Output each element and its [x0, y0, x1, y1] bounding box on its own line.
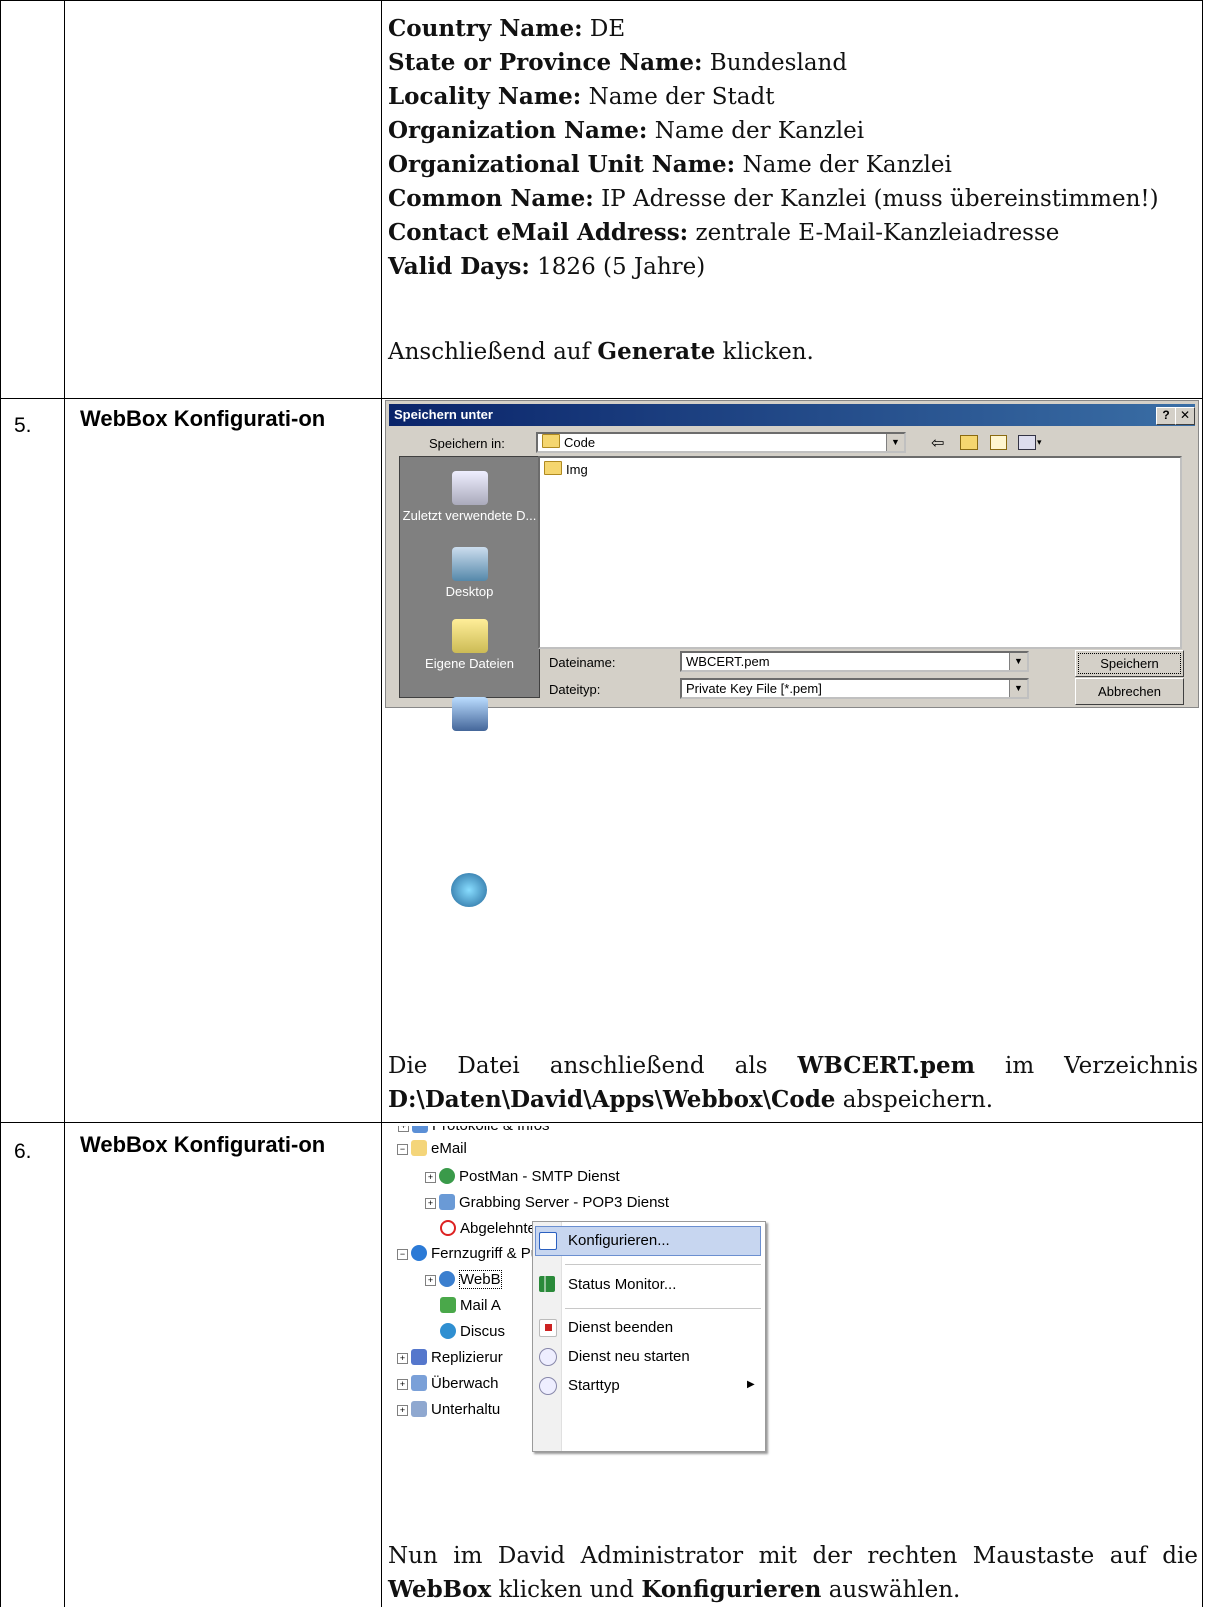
tree-item-grabbing[interactable]: + Grabbing Server - POP3 Dienst	[425, 1192, 669, 1214]
configure-icon	[539, 1232, 557, 1250]
menu-item-dienst-neu-starten[interactable]: Dienst neu starten	[568, 1348, 690, 1365]
field-locality: Locality Name: Name der Stadt	[388, 83, 775, 110]
row-section-title-5: WebBox Konfigurati-on	[80, 406, 326, 431]
filename-label: Dateiname:	[549, 655, 616, 670]
menu-item-starttyp[interactable]: Starttyp	[568, 1377, 620, 1394]
table-border-top	[0, 0, 1203, 1]
replication-icon	[411, 1349, 427, 1365]
field-state: State or Province Name: Bundesland	[388, 49, 848, 76]
up-folder-icon[interactable]	[960, 435, 978, 450]
save-as-dialog: Speichern unter ? ✕ Speichern in: Code ▼…	[385, 400, 1199, 749]
recent-documents-icon	[451, 471, 488, 505]
monitor-icon	[411, 1375, 427, 1391]
discussion-icon	[440, 1323, 456, 1339]
save-in-label: Speichern in:	[429, 436, 505, 451]
dialog-titlebar: Speichern unter	[389, 404, 1195, 426]
field-common-name: Common Name: IP Adresse der Kanzlei (mus…	[388, 185, 1159, 212]
view-menu-chevron-icon[interactable]: ▾	[1037, 437, 1042, 448]
folder-icon	[544, 461, 562, 475]
table-border-right	[1202, 0, 1203, 1607]
desktop-icon	[451, 547, 488, 581]
download-icon	[439, 1194, 455, 1210]
places-recent[interactable]: Zuletzt verwendete D...	[400, 471, 539, 523]
places-my-computer[interactable]: Arbeitsplatz	[400, 697, 539, 749]
row5-instruction: Die Datei anschließend als WBCERT.pem im…	[388, 1052, 1198, 1113]
field-org-unit: Organizational Unit Name: Name der Kanzl…	[388, 151, 952, 178]
startup-type-icon	[539, 1377, 557, 1395]
file-list[interactable]: Img	[538, 456, 1182, 649]
row6-instruction: Nun im David Administrator mit der recht…	[388, 1543, 1198, 1603]
view-menu-icon[interactable]	[1018, 435, 1036, 450]
certificate-fields: Country Name: DE State or Province Name:…	[388, 12, 1198, 369]
places-bar: Zuletzt verwendete D... Desktop Eigene D…	[399, 456, 540, 749]
filetype-select[interactable]: Private Key File [*.pem] ▼	[680, 678, 1029, 699]
row-number-6: 6.	[14, 1140, 32, 1163]
my-documents-icon	[451, 619, 488, 653]
blocked-icon	[440, 1220, 456, 1236]
chevron-down-icon[interactable]: ▼	[1009, 653, 1027, 670]
menu-item-konfigurieren[interactable]: Konfigurieren...	[568, 1232, 670, 1249]
chart-icon	[539, 1276, 555, 1292]
folder-icon	[542, 434, 560, 448]
field-contact-email: Contact eMail Address: zentrale E-Mail-K…	[388, 219, 1060, 246]
table-border-left	[0, 0, 1, 1607]
computer-icon	[451, 697, 488, 731]
save-button[interactable]: Speichern	[1075, 650, 1184, 677]
globe-icon	[411, 1245, 427, 1261]
network-icon	[450, 873, 487, 907]
places-desktop[interactable]: Desktop	[400, 547, 539, 599]
tree-item-email[interactable]: − eMail	[397, 1138, 467, 1160]
help-button[interactable]: ?	[1156, 407, 1176, 425]
maintenance-icon	[411, 1401, 427, 1417]
save-in-combo[interactable]: Code ▼	[536, 432, 906, 453]
filename-field[interactable]: WBCERT.pem ▼	[680, 651, 1029, 672]
row-section-title-6: WebBox Konfigurati-on	[80, 1132, 326, 1157]
cancel-button[interactable]: Abbrechen	[1075, 678, 1184, 705]
tree-item-mail-access[interactable]: Mail A	[440, 1295, 501, 1317]
table-row-divider-2	[0, 1122, 1203, 1123]
mail-folder-icon	[411, 1140, 427, 1156]
field-valid-days: Valid Days: 1826 (5 Jahre)	[388, 253, 706, 280]
generate-instruction: Anschließend auf Generate klicken.	[388, 338, 814, 365]
close-button[interactable]: ✕	[1175, 407, 1195, 425]
tree-item-discus[interactable]: Discus	[440, 1321, 505, 1343]
menu-item-dienst-beenden[interactable]: Dienst beenden	[568, 1319, 673, 1336]
tree-item-protokolle[interactable]: +Protokolle & Infos	[398, 1126, 550, 1137]
stop-icon	[539, 1319, 557, 1337]
places-my-documents[interactable]: Eigene Dateien	[400, 619, 539, 671]
mail-access-icon	[440, 1297, 456, 1313]
restart-icon	[539, 1348, 557, 1366]
tree-item-webbox[interactable]: + WebB	[425, 1269, 502, 1291]
menu-separator	[565, 1308, 761, 1309]
back-arrow-icon[interactable]: ⇦	[931, 433, 944, 453]
tree-item-replizierung[interactable]: + Replizierur	[397, 1347, 503, 1369]
chevron-down-icon[interactable]: ▼	[886, 434, 904, 451]
context-menu: Konfigurieren... Status Monitor... Diens…	[532, 1221, 766, 1452]
table-row-divider-1	[0, 398, 1203, 399]
filetype-label: Dateityp:	[549, 682, 601, 697]
new-folder-icon[interactable]	[990, 435, 1007, 450]
submenu-arrow-icon: ▶	[747, 1379, 755, 1390]
server-icon	[439, 1168, 455, 1184]
tree-item-postman[interactable]: + PostMan - SMTP Dienst	[425, 1166, 620, 1188]
tree-item-ueberwachung[interactable]: + Überwach	[397, 1373, 499, 1395]
menu-item-status-monitor[interactable]: Status Monitor...	[568, 1276, 676, 1293]
field-country: Country Name: DE	[388, 15, 626, 42]
field-organization: Organization Name: Name der Kanzlei	[388, 117, 865, 144]
row-number-5: 5.	[14, 414, 32, 437]
chevron-down-icon[interactable]: ▼	[1009, 680, 1027, 697]
table-col-divider-1	[64, 0, 65, 1607]
web-icon	[439, 1271, 455, 1287]
menu-separator	[565, 1264, 761, 1265]
info-icon	[412, 1126, 428, 1133]
table-col-divider-2	[381, 0, 382, 1607]
file-item-img[interactable]: Img	[544, 461, 588, 477]
tree-item-unterhaltung[interactable]: + Unterhaltu	[397, 1399, 500, 1421]
places-network[interactable]: Netzwerkumgeb ung	[399, 873, 538, 925]
